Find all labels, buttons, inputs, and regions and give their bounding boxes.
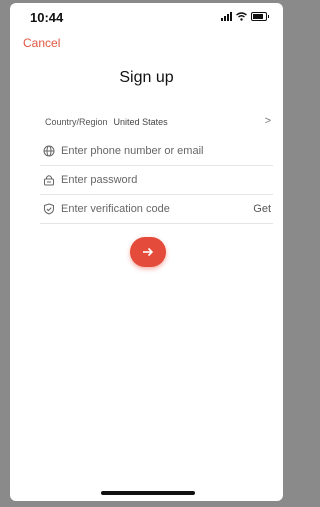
wifi-icon [236, 12, 247, 21]
password-input[interactable] [61, 174, 211, 186]
phone-email-input[interactable] [61, 145, 211, 157]
status-time: 10:44 [30, 10, 64, 25]
home-indicator[interactable] [101, 491, 195, 495]
cancel-button[interactable]: Cancel [23, 36, 60, 50]
arrow-right-icon [143, 247, 154, 257]
page-title: Sign up [119, 69, 174, 86]
phone-screen: 10:44 Cancel Sign up Country/Region Unit… [10, 3, 283, 501]
lock-icon [42, 174, 55, 187]
chevron-right-icon: > [264, 115, 271, 127]
phone-email-row [40, 137, 273, 166]
get-code-button[interactable]: Get [253, 203, 271, 215]
submit-button[interactable] [130, 237, 166, 267]
status-bar: 10:44 [10, 3, 283, 31]
shield-check-icon [42, 203, 55, 216]
verification-code-row: Get [40, 195, 273, 224]
battery-icon [251, 12, 269, 21]
country-region-label: Country/Region [45, 117, 108, 127]
verification-code-input[interactable] [61, 203, 211, 215]
globe-icon [42, 145, 55, 158]
password-row [40, 166, 273, 195]
signal-icon [221, 12, 232, 21]
country-region-value: United States [113, 117, 168, 127]
country-region-selector[interactable]: Country/Region United States > [40, 108, 273, 136]
status-icons [221, 12, 269, 21]
